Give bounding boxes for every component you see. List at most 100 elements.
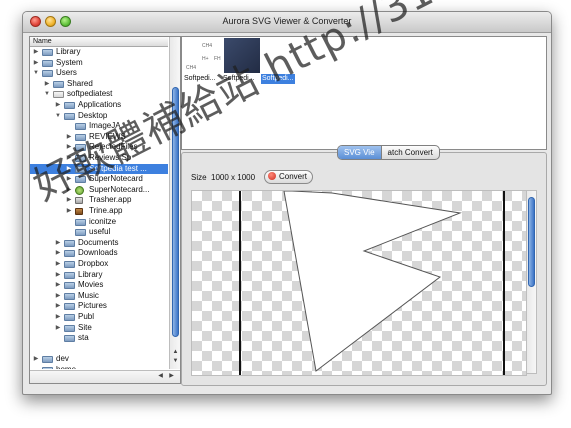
canvas-vertical-scrollbar[interactable] [526,190,537,374]
tree-row-label: Applications [78,100,122,109]
folder-icon [42,49,53,56]
thumbnail-text: CH4 [186,65,197,71]
scroll-down-arrow-icon[interactable]: ▼ [171,357,180,366]
svg-preview-drawing [239,191,505,375]
tree-row[interactable]: ▶ Library [30,47,168,58]
tree-row-label: Library [78,269,103,279]
disclosure-expanded-icon[interactable]: ▼ [54,111,62,122]
svg-viewer-panel: Size 1000 x 1000 Convert [181,152,547,386]
disclosure-collapsed-icon[interactable]: ▶ [32,354,40,365]
tree-row-label: Users [56,68,77,78]
folder-icon [64,282,75,290]
size-value: 1000 x 1000 [211,173,256,182]
tree-row[interactable]: ▶ Documents [30,238,168,249]
tree-row[interactable]: ▶ Dropbox [30,259,168,270]
disclosure-collapsed-icon[interactable]: ▶ [54,238,62,249]
tree-row-label: Movies [78,280,104,290]
tree-row[interactable]: iconitze [30,217,168,228]
folder-icon [64,102,75,109]
disclosure-collapsed-icon[interactable]: ▶ [54,323,62,334]
scroll-left-arrow-icon[interactable]: ◀ [156,372,165,381]
disclosure-collapsed-icon[interactable]: ▶ [65,206,73,217]
disclosure-collapsed-icon[interactable]: ▶ [54,259,62,270]
tree-row[interactable]: ▶ dev [30,354,168,365]
tree-row-label: Publ [78,312,95,321]
tree-row-label: Library [56,47,81,56]
tree-row[interactable]: useful [30,227,168,238]
tree-row-label: Trasher.app [89,195,132,205]
tree-row-label: useful [89,227,111,237]
disclosure-collapsed-icon[interactable]: ▶ [32,58,40,69]
view-tabs: SVG Vie atch Convert [337,145,440,160]
preview-arrow-shape [283,191,462,372]
disclosure-collapsed-icon[interactable]: ▶ [54,312,62,323]
scroll-right-arrow-icon[interactable]: ▶ [167,372,176,381]
trash-app-icon [75,197,83,205]
folder-icon [64,314,75,321]
tree-row-label: Site [78,322,92,332]
disclosure-collapsed-icon[interactable]: ▶ [43,79,51,90]
tree-row[interactable]: sta [30,333,168,344]
tab-svg-viewer[interactable]: SVG Vie [338,146,381,159]
tree-row[interactable]: home [30,365,168,369]
svg-preview-canvas[interactable] [191,190,527,376]
tree-row[interactable] [30,344,168,355]
tree-row[interactable]: ▶ System [30,58,168,69]
tree-horizontal-scrollbar[interactable]: ◀ ▶ [30,370,180,383]
tree-row[interactable]: ▶ Downloads [30,248,168,259]
disclosure-expanded-icon[interactable]: ▼ [43,89,51,100]
tree-row[interactable]: ▶ Music [30,291,168,302]
tree-row-label: softpediatest [67,89,113,99]
convert-button-label: Convert [279,172,308,181]
thumbnail-text: CH4 [202,43,213,49]
tree-row-label: Pictures [78,301,107,311]
tree-row-label: Trine.app [89,206,123,215]
tree-row-label: home [56,365,76,369]
folder-icon [42,356,53,364]
tree-row-label: Dropbox [78,259,109,268]
folder-icon [75,218,86,226]
folder-icon [53,80,64,88]
convert-button[interactable]: Convert [264,170,314,184]
scroll-up-arrow-icon[interactable]: ▲ [171,348,180,357]
tree-row-label: SuperNotecard... [89,184,150,194]
thumbnail-text: H+ [202,56,209,62]
folder-icon [64,303,75,311]
canvas-scroll-thumb[interactable] [528,197,535,287]
folder-icon [64,324,75,332]
tree-row[interactable]: ▶ Library [30,270,168,281]
tree-row-label: sta [78,333,89,343]
disclosure-collapsed-icon[interactable]: ▶ [54,291,62,302]
disclosure-collapsed-icon[interactable]: ▶ [54,301,62,312]
tab-batch-convert[interactable]: atch Convert [380,146,439,159]
tree-column-header[interactable]: Name [30,37,168,47]
tree-row[interactable]: ▶ Publ [30,312,168,323]
folder-icon [64,335,75,343]
folder-icon [42,70,53,78]
disclosure-collapsed-icon[interactable]: ▶ [32,47,40,58]
folder-icon [42,367,53,369]
folder-icon [64,112,75,120]
disclosure-collapsed-icon[interactable]: ▶ [54,280,62,291]
folder-icon [64,250,75,258]
folder-icon [64,292,75,300]
disclosure-collapsed-icon[interactable]: ▶ [54,100,62,111]
tree-row[interactable]: ▶ Shared [30,79,168,90]
tree-row[interactable]: ▶ Movies [30,280,168,291]
tree-row[interactable]: ▶ Site [30,323,168,334]
tree-row-label: Shared [67,78,93,88]
disclosure-collapsed-icon[interactable]: ▶ [54,270,62,281]
size-caption: Size [191,173,207,182]
tree-row[interactable]: ▶ Pictures [30,301,168,312]
tree-row-label: Documents [78,237,119,247]
folder-icon [42,59,53,67]
disclosure-collapsed-icon[interactable]: ▶ [54,248,62,259]
tree-row-label: Downloads [78,248,118,258]
tree-row-label: dev [56,354,69,364]
tree-row[interactable]: ▼ Users [30,68,168,79]
file-tree-panel: Name ▶ Library ▶ System ▼ Users ▶ Shared ▼ softpe… [29,36,181,384]
tree-row-label: Music [78,290,99,300]
tree-row-label: iconitze [89,216,117,226]
app-icon [75,208,83,215]
disclosure-expanded-icon[interactable]: ▼ [32,68,40,79]
